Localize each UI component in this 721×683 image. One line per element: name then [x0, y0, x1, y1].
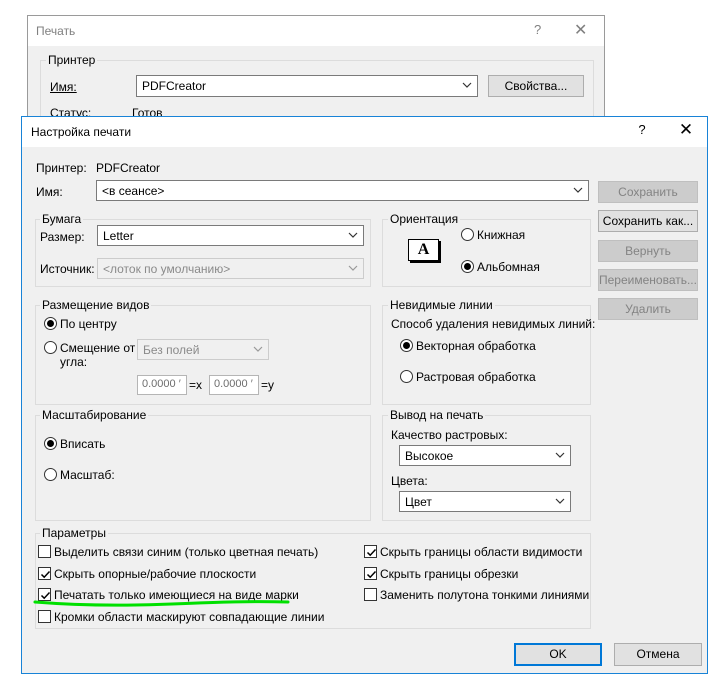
orientation-group-label: Ориентация — [388, 212, 461, 226]
help-icon[interactable]: ? — [632, 122, 652, 137]
hidden-lines-method-label: Способ удаления невидимых линий: — [391, 317, 596, 331]
name-label: Имя: — [36, 185, 63, 199]
option-label: Заменить полутона тонкими линиями — [380, 588, 590, 602]
revert-button[interactable]: Вернуть — [598, 240, 698, 262]
scaling-group-label: Масштабирование — [40, 408, 149, 422]
chevron-down-icon — [572, 183, 584, 197]
properties-button[interactable]: Свойства... — [488, 75, 584, 97]
background-help-icon[interactable]: ? — [534, 22, 541, 37]
paper-size-label: Размер: — [40, 230, 85, 244]
dialog-title: Настройка печати — [31, 125, 132, 139]
chevron-down-icon — [347, 261, 359, 275]
landscape-label: Альбомная — [477, 260, 540, 274]
offset-label-line1: Смещение от — [60, 341, 136, 355]
fit-radio[interactable] — [44, 437, 57, 450]
option-label: Скрыть границы области видимости — [380, 545, 583, 559]
checkmark-icon — [366, 570, 377, 579]
dialog-titlebar: Настройка печати ? ✕ — [22, 117, 707, 147]
fit-label: Вписать — [60, 437, 106, 451]
portrait-label: Книжная — [477, 228, 526, 242]
quality-select[interactable]: Высокое — [399, 445, 571, 466]
option-checkbox[interactable] — [38, 567, 51, 580]
option-label: Выделить связи синим (только цветная печ… — [54, 545, 319, 559]
landscape-preview-icon: A — [408, 239, 439, 261]
background-titlebar: Печать ? ✕ — [28, 16, 604, 46]
printer-label: Принтер: — [36, 161, 87, 175]
ok-button[interactable]: OK — [514, 643, 602, 666]
output-group-label: Вывод на печать — [388, 408, 486, 422]
offset-x-label: =x — [189, 378, 203, 392]
background-print-dialog: Печать ? ✕ Принтер Имя: PDFCreator Свойс… — [27, 15, 605, 140]
option-checkbox[interactable] — [38, 610, 51, 623]
printer-value: PDFCreator — [96, 161, 161, 175]
background-printer-select-value: PDFCreator — [142, 79, 207, 93]
zoom-label: Масштаб: — [60, 468, 115, 482]
colors-label: Цвета: — [391, 474, 428, 488]
chevron-down-icon — [347, 228, 359, 242]
raster-radio[interactable] — [400, 370, 413, 383]
offset-x-input[interactable]: 0.0000 ′ — [137, 375, 187, 395]
landscape-radio-dot — [464, 263, 471, 270]
quality-select-value: Высокое — [405, 449, 454, 463]
cancel-button[interactable]: Отмена — [614, 643, 702, 666]
offset-y-input[interactable]: 0.0000 ′ — [209, 375, 259, 395]
offset-select-value: Без полей — [143, 343, 200, 357]
offset-y-label: =y — [261, 378, 275, 392]
name-select-value: <в сеансе> — [102, 184, 165, 198]
green-highlight-underline — [33, 600, 290, 607]
close-icon[interactable]: ✕ — [674, 120, 698, 140]
name-select[interactable]: <в сеансе> — [96, 180, 589, 201]
chevron-down-icon — [554, 448, 566, 462]
chevron-down-icon — [252, 342, 264, 356]
option-checkbox[interactable] — [364, 567, 377, 580]
option-label: Скрыть опорные/рабочие плоскости — [54, 567, 257, 581]
paper-source-value: <лоток по умолчанию> — [103, 262, 231, 276]
fit-radio-dot — [47, 440, 54, 447]
landscape-radio[interactable] — [461, 260, 474, 273]
chevron-down-icon — [461, 78, 473, 92]
vector-radio[interactable] — [400, 339, 413, 352]
vector-label: Векторная обработка — [416, 339, 536, 353]
option-label: Скрыть границы обрезки — [380, 567, 519, 581]
background-name-label: Имя: — [50, 80, 77, 94]
save-button[interactable]: Сохранить — [598, 181, 698, 203]
quality-label: Качество растровых: — [391, 428, 508, 442]
option-checkbox[interactable] — [38, 545, 51, 558]
center-label: По центру — [60, 317, 117, 331]
colors-select[interactable]: Цвет — [399, 491, 571, 512]
checkmark-icon — [366, 548, 377, 557]
paper-size-value: Letter — [103, 229, 134, 243]
delete-button[interactable]: Удалить — [598, 298, 698, 320]
zoom-radio[interactable] — [44, 468, 57, 481]
background-dialog-title: Печать — [36, 24, 76, 38]
center-radio-dot — [47, 320, 54, 327]
chevron-down-icon — [554, 494, 566, 508]
checkmark-icon — [40, 570, 51, 579]
paper-source-label: Источник: — [40, 262, 95, 276]
paper-group-label: Бумага — [40, 212, 84, 226]
background-printer-select[interactable]: PDFCreator — [136, 75, 478, 97]
paper-source-select[interactable]: <лоток по умолчанию> — [97, 258, 364, 279]
offset-label-line2: угла: — [60, 355, 88, 369]
offset-select[interactable]: Без полей — [137, 339, 269, 360]
save-as-button[interactable]: Сохранить как... — [598, 210, 698, 232]
background-printer-group-label: Принтер — [46, 53, 98, 67]
vector-radio-dot — [403, 342, 410, 349]
rename-button[interactable]: Переименовать... — [598, 269, 698, 291]
hidden-lines-group-label: Невидимые линии — [388, 298, 495, 312]
raster-label: Растровая обработка — [416, 370, 536, 384]
placement-group-label: Размещение видов — [40, 298, 152, 312]
options-group-label: Параметры — [40, 526, 108, 540]
option-checkbox[interactable] — [364, 545, 377, 558]
colors-select-value: Цвет — [405, 495, 432, 509]
option-checkbox[interactable] — [364, 588, 377, 601]
print-setup-dialog: Настройка печати ? ✕ Принтер: PDFCreator… — [21, 116, 708, 674]
center-radio[interactable] — [44, 317, 57, 330]
portrait-radio[interactable] — [461, 228, 474, 241]
background-close-icon[interactable]: ✕ — [574, 20, 587, 40]
offset-radio[interactable] — [44, 341, 57, 354]
option-label: Кромки области маскируют совпадающие лин… — [54, 610, 325, 624]
paper-size-select[interactable]: Letter — [97, 225, 364, 246]
